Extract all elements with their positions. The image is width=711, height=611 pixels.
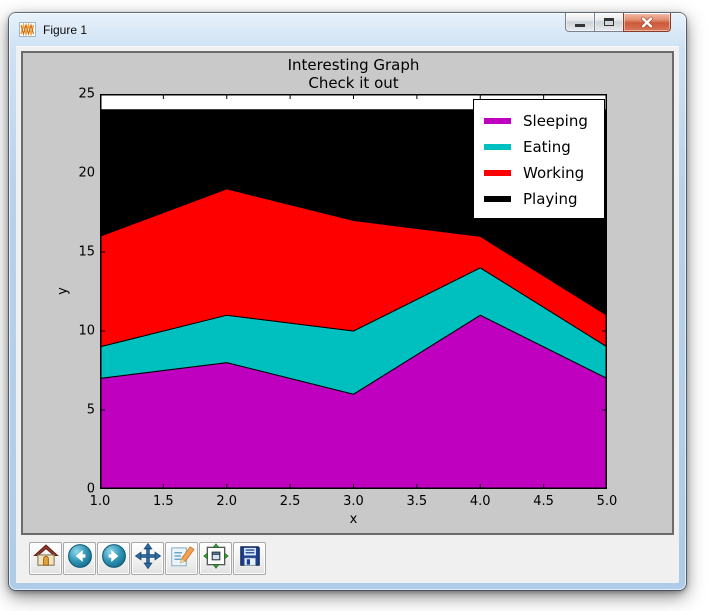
x-axis-label: x <box>349 512 358 527</box>
legend-swatch <box>484 118 511 124</box>
y-tick-label: 10 <box>78 323 95 339</box>
legend-swatch <box>484 144 511 150</box>
legend-swatch <box>484 170 511 176</box>
back-button[interactable] <box>63 541 96 575</box>
maximize-button[interactable] <box>595 13 623 32</box>
figure-window: Figure 1 Interesting Graph Check it out … <box>9 13 686 590</box>
minimize-icon <box>575 24 585 27</box>
x-tick-label: 5.0 <box>596 494 618 509</box>
legend-item: Eating <box>484 134 598 160</box>
close-button[interactable] <box>623 13 671 32</box>
zoom-to-rect-icon <box>169 543 195 573</box>
x-tick-label: 4.5 <box>533 494 554 509</box>
close-icon <box>641 16 653 28</box>
x-tick-label: 4.0 <box>469 494 491 509</box>
forward-icon <box>101 543 127 573</box>
legend-swatch <box>484 196 511 202</box>
home-button[interactable] <box>29 541 62 575</box>
legend-item: Playing <box>484 186 598 212</box>
home-icon <box>32 543 59 573</box>
save-button[interactable] <box>233 541 266 575</box>
pan-button[interactable] <box>131 541 164 575</box>
x-tick-label: 2.5 <box>279 494 301 509</box>
y-tick-label: 0 <box>86 481 95 497</box>
configure-subplots-icon <box>202 543 229 573</box>
window-controls <box>565 13 671 32</box>
forward-button[interactable] <box>97 541 130 575</box>
legend-item: Working <box>484 160 598 186</box>
navigation-toolbar <box>21 535 674 577</box>
chart-title: Interesting Graph <box>287 56 420 74</box>
x-tick-label: 2.0 <box>216 494 238 509</box>
client-area: Interesting Graph Check it out x y Sleep… <box>16 46 679 583</box>
x-tick-label: 3.5 <box>406 494 428 509</box>
maximize-icon <box>604 18 614 26</box>
y-axis-label: y <box>55 287 71 295</box>
legend-label: Sleeping <box>523 112 588 130</box>
figure-canvas[interactable]: Interesting Graph Check it out x y Sleep… <box>21 51 674 535</box>
pan-icon <box>134 542 161 573</box>
y-tick-label: 20 <box>78 165 95 181</box>
y-tick-label: 5 <box>86 402 95 418</box>
legend: Sleeping Eating Working Playing <box>473 99 605 219</box>
legend-label: Eating <box>523 138 571 156</box>
minimize-button[interactable] <box>565 13 595 32</box>
back-icon <box>67 543 93 573</box>
chart-subtitle: Check it out <box>308 74 399 92</box>
y-tick-label: 15 <box>78 244 95 260</box>
zoom-to-rect-button[interactable] <box>165 541 198 575</box>
x-tick-label: 3.0 <box>343 494 364 509</box>
configure-subplots-button[interactable] <box>199 541 232 575</box>
x-tick-label: 1.5 <box>153 494 174 509</box>
save-icon <box>237 543 263 573</box>
window-title: Figure 1 <box>43 22 88 37</box>
legend-item: Sleeping <box>484 108 598 134</box>
y-tick-label: 25 <box>78 86 95 102</box>
titlebar[interactable]: Figure 1 <box>16 13 679 46</box>
legend-label: Playing <box>523 190 578 208</box>
legend-label: Working <box>523 164 585 182</box>
matplotlib-app-icon <box>19 22 36 37</box>
